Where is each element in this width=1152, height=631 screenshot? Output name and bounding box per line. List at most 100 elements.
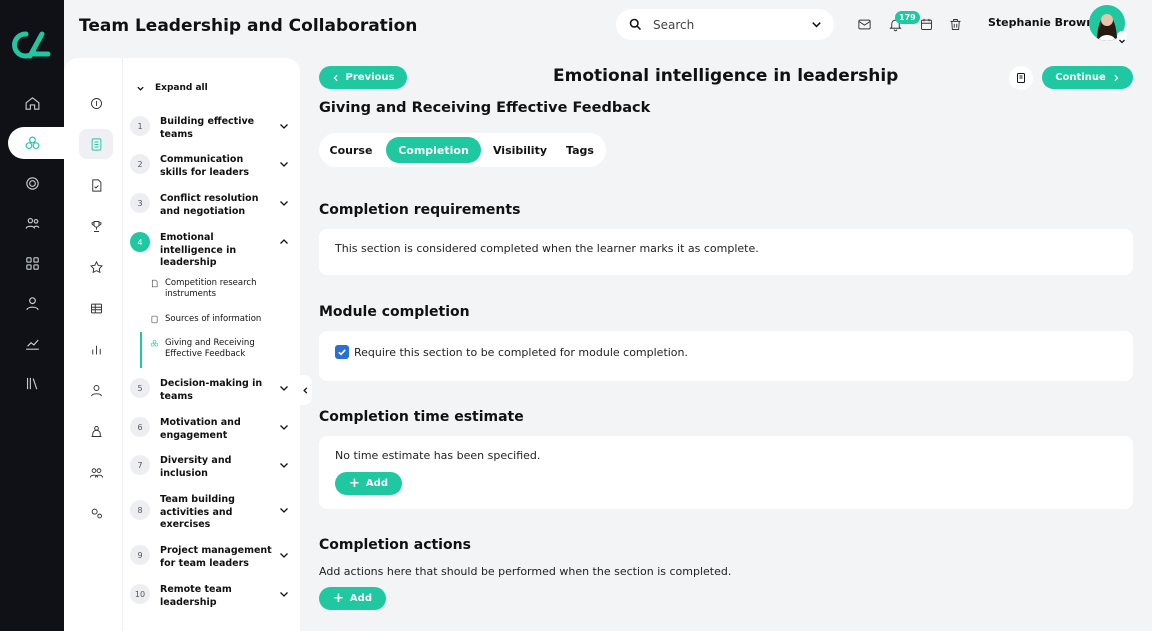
user-icon[interactable]: [20, 291, 44, 315]
module-completion-card: Require this section to be completed for…: [319, 331, 1133, 381]
section-label: Giving and Receiving Effective Feedback: [165, 338, 255, 359]
chevron-down-icon[interactable]: [809, 17, 824, 32]
user-name[interactable]: Stephanie Brown: [988, 16, 1094, 29]
collapse-panel-button[interactable]: [298, 375, 312, 405]
star-icon[interactable]: [79, 252, 113, 282]
module-item-active[interactable]: 4 Emotional intelligence in leadership: [130, 232, 295, 270]
section-item[interactable]: Competition research instruments: [150, 278, 280, 300]
grid-icon[interactable]: [20, 251, 44, 275]
module-item[interactable]: 1 Building effective teams: [130, 116, 295, 141]
chevron-down-icon[interactable]: [279, 383, 289, 393]
tab-tags[interactable]: Tags: [557, 137, 603, 163]
book-icon: [151, 315, 158, 324]
previous-label: Previous: [345, 72, 395, 83]
module-number: 1: [130, 116, 150, 136]
module-number: 5: [130, 378, 150, 398]
require-completion-label[interactable]: Require this section to be completed for…: [354, 346, 688, 359]
module-item[interactable]: 8 Team building activities and exercises: [130, 494, 295, 532]
add-label: Add: [349, 593, 372, 604]
module-number: 9: [130, 545, 150, 565]
chevron-down-icon[interactable]: [279, 121, 289, 131]
book-button[interactable]: [1009, 66, 1033, 90]
course-outline: Expand all 1 Building effective teams 2 Co…: [124, 58, 300, 631]
module-completion-heading: Module completion: [319, 304, 470, 320]
chevron-up-icon[interactable]: [279, 237, 289, 247]
continue-button[interactable]: Continue: [1042, 66, 1133, 89]
chevron-down-icon[interactable]: [279, 589, 289, 599]
plus-icon: +: [349, 475, 360, 491]
library-icon[interactable]: [20, 371, 44, 395]
calendar-icon[interactable]: [918, 16, 934, 32]
module-item[interactable]: 3 Conflict resolution and negotiation: [130, 193, 295, 218]
module-number: 6: [130, 417, 150, 437]
section-item-active[interactable]: Giving and Receiving Effective Feedback: [150, 338, 280, 360]
module-item[interactable]: 2 Communication skills for leaders: [130, 154, 295, 179]
tab-visibility[interactable]: Visibility: [489, 137, 551, 163]
add-action-button[interactable]: + Add: [319, 587, 386, 610]
module-label: Conflict resolution and negotiation: [160, 193, 259, 217]
group-icon[interactable]: [79, 457, 113, 487]
module-label: Team building activities and exercises: [160, 494, 235, 530]
previous-button[interactable]: Previous: [319, 66, 407, 89]
bar-chart-icon[interactable]: [79, 334, 113, 364]
active-indicator: [140, 332, 142, 368]
add-label: Add: [365, 478, 388, 489]
time-estimate-heading: Completion time estimate: [319, 409, 524, 425]
chevron-right-icon: [1114, 74, 1119, 81]
users-icon[interactable]: [20, 211, 44, 235]
module-number: 3: [130, 193, 150, 213]
search-input[interactable]: Search: [653, 18, 694, 32]
time-estimate-card: No time estimate has been specified. + A…: [319, 436, 1133, 509]
tab-completion[interactable]: Completion: [386, 137, 481, 163]
completion-requirements-text: This section is considered completed whe…: [335, 242, 759, 255]
presenter-icon[interactable]: [79, 416, 113, 446]
module-number: 10: [130, 584, 150, 604]
module-number: 2: [130, 154, 150, 174]
expand-all-label: Expand all: [155, 83, 208, 93]
module-label: Motivation and engagement: [160, 417, 241, 441]
mail-icon[interactable]: [856, 16, 872, 32]
chevron-down-icon[interactable]: [279, 422, 289, 432]
chart-icon[interactable]: [20, 331, 44, 355]
notification-badge: 179: [895, 11, 920, 24]
chevron-down-icon[interactable]: [279, 505, 289, 515]
info-icon[interactable]: [79, 88, 113, 118]
module-item[interactable]: 9 Project management for team leaders: [130, 545, 295, 570]
module-item[interactable]: 5 Decision-making in teams: [130, 378, 295, 403]
table-icon[interactable]: [79, 293, 113, 323]
chevron-down-icon[interactable]: [279, 460, 289, 470]
page-title: Emotional intelligence in leadership: [553, 66, 899, 86]
trophy-icon[interactable]: [79, 211, 113, 241]
app-title: Team Leadership and Collaboration: [79, 16, 418, 36]
chevron-down-icon[interactable]: [279, 550, 289, 560]
settings-icon[interactable]: [79, 498, 113, 528]
trash-icon[interactable]: [947, 16, 963, 32]
tab-course[interactable]: Course: [323, 137, 379, 163]
modules-icon[interactable]: [20, 131, 44, 155]
module-item[interactable]: 6 Motivation and engagement: [130, 417, 295, 442]
module-item[interactable]: 10 Remote team leadership: [130, 584, 295, 609]
module-label: Communication skills for leaders: [160, 154, 250, 178]
person-icon[interactable]: [79, 375, 113, 405]
file-check-icon[interactable]: [79, 170, 113, 200]
chevron-down-icon[interactable]: [279, 159, 289, 169]
tab-bar: Course Completion Visibility Tags: [319, 133, 606, 167]
chevron-down-icon[interactable]: [279, 198, 289, 208]
completion-requirements-heading: Completion requirements: [319, 202, 521, 218]
section-label: Competition research instruments: [165, 278, 257, 299]
content-icon[interactable]: [79, 129, 113, 159]
require-completion-checkbox[interactable]: [335, 345, 349, 359]
home-icon[interactable]: [20, 91, 44, 115]
chevron-down-icon[interactable]: [1117, 31, 1127, 44]
expand-all-button[interactable]: Expand all: [136, 83, 208, 93]
module-number: 7: [130, 455, 150, 475]
course-tools: [69, 58, 123, 631]
section-item[interactable]: Sources of information: [150, 314, 280, 325]
add-time-estimate-button[interactable]: + Add: [335, 472, 402, 495]
target-icon[interactable]: [20, 171, 44, 195]
module-number: 4: [130, 232, 150, 252]
search-box[interactable]: Search: [616, 9, 834, 40]
section-title: Giving and Receiving Effective Feedback: [319, 100, 651, 116]
module-item[interactable]: 7 Diversity and inclusion: [130, 455, 295, 480]
main-content: Previous Emotional intelligence in leade…: [319, 58, 1133, 631]
